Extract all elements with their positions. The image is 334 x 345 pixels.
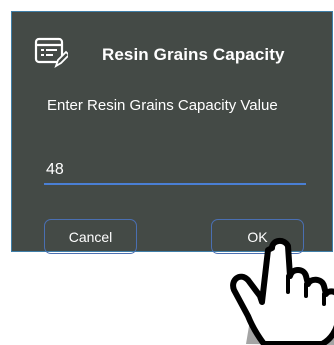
ok-button[interactable]: OK: [211, 219, 304, 254]
edit-list-icon: [34, 37, 68, 69]
cancel-button-label: Cancel: [68, 228, 113, 245]
cancel-button[interactable]: Cancel: [44, 219, 137, 254]
capacity-input[interactable]: 48: [44, 150, 306, 185]
resin-grains-capacity-dialog: Resin Grains Capacity Enter Resin Grains…: [11, 11, 333, 254]
dialog-header: Resin Grains Capacity: [12, 12, 332, 88]
dialog-prompt: Enter Resin Grains Capacity Value: [47, 97, 278, 114]
capacity-input-value: 48: [46, 161, 64, 178]
dialog-title: Resin Grains Capacity: [102, 45, 285, 64]
ok-button-label: OK: [247, 228, 268, 245]
